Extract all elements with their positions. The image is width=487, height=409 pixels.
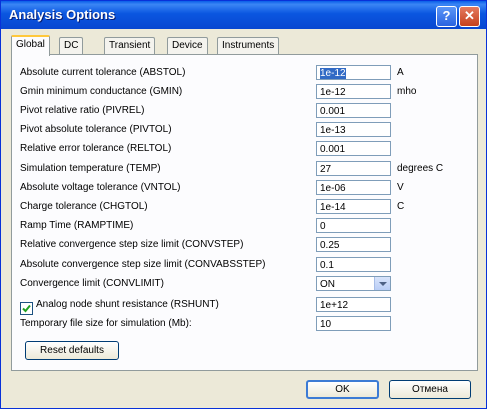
gmin-unit: mho [397, 86, 417, 97]
abstol-value: 1e-12 [320, 68, 346, 79]
chevron-down-icon[interactable] [374, 277, 390, 290]
rshunt-label: Analog node shunt resistance (RSHUNT) [36, 299, 219, 310]
chgtol-input[interactable]: 1e-14 [316, 199, 391, 214]
convstep-label: Relative convergence step size limit (CO… [20, 239, 244, 250]
tab-dc[interactable]: DC [59, 37, 84, 54]
vntol-label: Absolute voltage tolerance (VNTOL) [20, 182, 181, 193]
pivrel-input[interactable]: 0.001 [316, 103, 391, 118]
ok-button[interactable]: OK [306, 380, 379, 399]
tempfile-size-label: Temporary file size for simulation (Mb): [20, 318, 192, 329]
abstol-unit: A [397, 67, 404, 78]
chgtol-unit: C [397, 201, 405, 212]
chgtol-label: Charge tolerance (CHGTOL) [20, 201, 148, 212]
temp-label: Simulation temperature (TEMP) [20, 163, 161, 174]
reset-defaults-button[interactable]: Reset defaults [25, 341, 119, 360]
pivtol-label: Pivot absolute tolerance (PIVTOL) [20, 124, 172, 135]
title-bar[interactable]: Analysis Options ? ✕ [1, 1, 486, 29]
tab-global[interactable]: Global [11, 35, 50, 56]
rshunt-checkbox[interactable] [20, 302, 33, 315]
rshunt-input[interactable]: 1e+12 [316, 297, 391, 312]
tempfile-size-input[interactable]: 10 [316, 316, 391, 331]
convabsstep-label: Absolute convergence step size limit (CO… [20, 259, 266, 270]
abstol-label: Absolute current tolerance (ABSTOL) [20, 67, 186, 78]
tab-device[interactable]: Device [167, 37, 208, 54]
checkmark-icon [22, 304, 31, 313]
gmin-input[interactable]: 1e-12 [316, 84, 391, 99]
convabsstep-input[interactable]: 0.1 [316, 257, 391, 272]
reltol-input[interactable]: 0.001 [316, 141, 391, 156]
ramptime-input[interactable]: 0 [316, 218, 391, 233]
gmin-label: Gmin minimum conductance (GMIN) [20, 86, 183, 97]
tab-transient[interactable]: Transient [104, 37, 156, 54]
pivtol-input[interactable]: 1e-13 [316, 122, 391, 137]
help-button[interactable]: ? [436, 6, 457, 27]
analysis-options-dialog: Analysis Options ? ✕ Global DC Transient… [0, 0, 487, 409]
convlimit-label: Convergence limit (CONVLIMIT) [20, 278, 164, 289]
close-button[interactable]: ✕ [459, 6, 480, 27]
convlimit-value: ON [320, 279, 335, 290]
convlimit-select[interactable]: ON [316, 276, 391, 291]
abstol-input[interactable]: 1e-12 [316, 65, 391, 80]
vntol-input[interactable]: 1e-06 [316, 180, 391, 195]
tab-instruments[interactable]: Instruments [217, 37, 280, 54]
temp-input[interactable]: 27 [316, 161, 391, 176]
vntol-unit: V [397, 182, 404, 193]
dialog-title: Analysis Options [9, 7, 116, 22]
reltol-label: Relative error tolerance (RELTOL) [20, 143, 172, 154]
pivrel-label: Pivot relative ratio (PIVREL) [20, 105, 145, 116]
cancel-button[interactable]: Отмена [389, 380, 471, 399]
ramptime-label: Ramp Time (RAMPTIME) [20, 220, 134, 231]
convstep-input[interactable]: 0.25 [316, 237, 391, 252]
temp-unit: degrees C [397, 163, 444, 174]
